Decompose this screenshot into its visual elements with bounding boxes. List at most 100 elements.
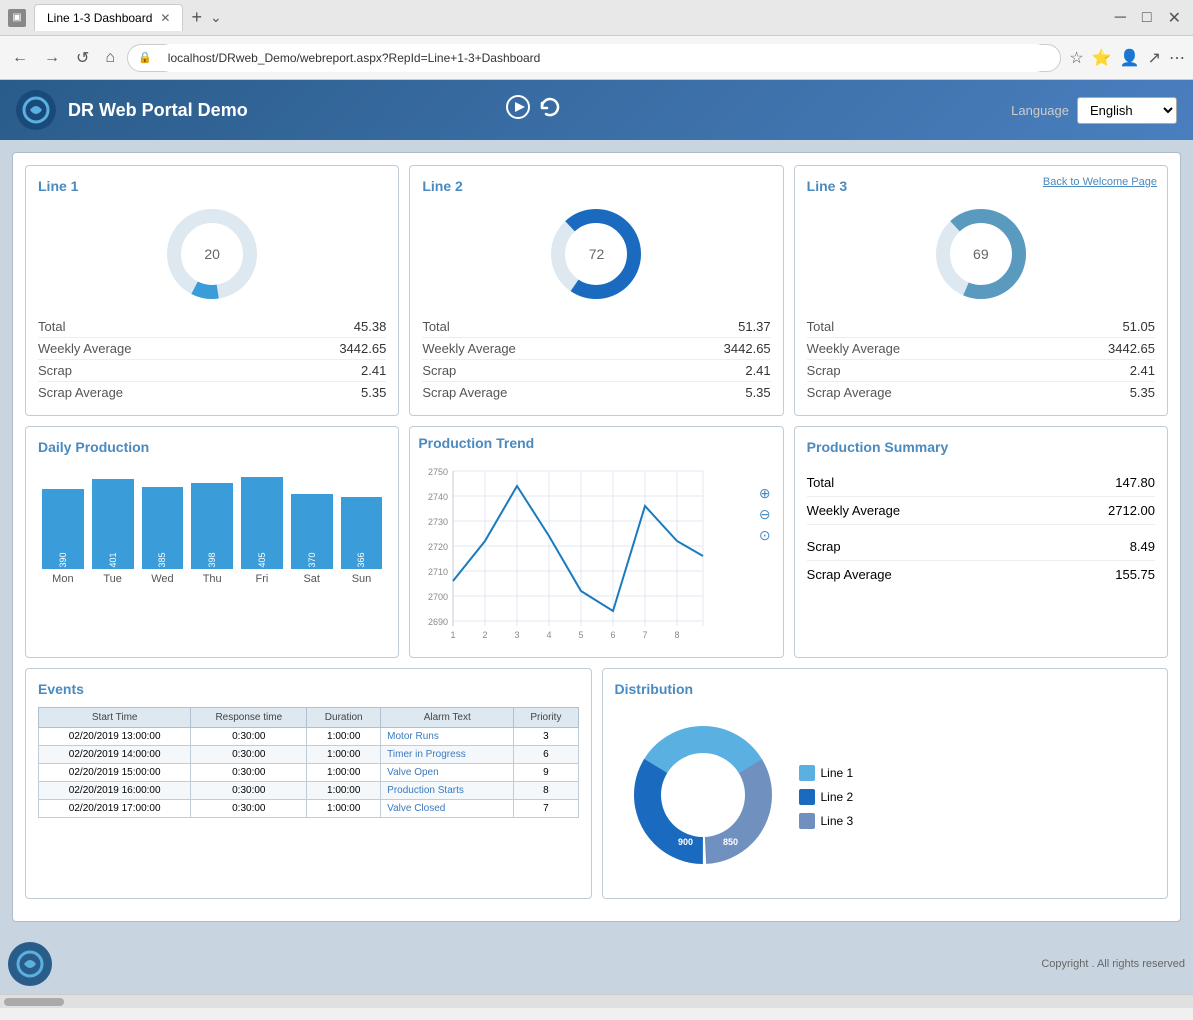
bar-mon: 390 Mon xyxy=(42,489,84,585)
menu-icon[interactable]: ⋯ xyxy=(1169,48,1185,68)
summary-scrapavg-row: Scrap Average 155.75 xyxy=(807,561,1155,588)
daily-production-panel: Daily Production 390 Mon 401 T xyxy=(25,426,399,658)
zoom-icons: ⊕ ⊖ ⊙ xyxy=(759,485,771,544)
bar-wed-bar: 385 xyxy=(142,487,184,569)
svg-text:8: 8 xyxy=(675,630,680,640)
bar-sun: 366 Sun xyxy=(341,497,383,585)
ssl-icon: 🔒 xyxy=(138,51,152,64)
svg-text:2740: 2740 xyxy=(428,492,448,502)
summary-stats: Total 147.80 Weekly Average 2712.00 Scra… xyxy=(807,465,1155,592)
line1-donut-container: 20 xyxy=(38,204,386,304)
tab-close-btn[interactable]: ✕ xyxy=(160,11,170,25)
distribution-panel: Distribution xyxy=(602,668,1169,899)
svg-text:850: 850 xyxy=(723,837,738,847)
minimize-btn[interactable]: ─ xyxy=(1115,9,1126,27)
line3-donut-container: 69 xyxy=(807,204,1155,304)
bot-row: Events Start Time Response time Duration… xyxy=(25,668,1168,899)
line1-gauge-value: 20 xyxy=(204,246,220,262)
legend-line1: Line 1 xyxy=(799,765,854,781)
cell-duration: 1:00:00 xyxy=(307,782,381,800)
legend-line3-color xyxy=(799,813,815,829)
legend-line2-color xyxy=(799,789,815,805)
top-row: Line 1 20 Total 45.38 xyxy=(25,165,1168,416)
zoom-out-icon[interactable]: ⊖ xyxy=(759,506,771,523)
cell-start: 02/20/2019 13:00:00 xyxy=(39,728,191,746)
bar-sat: 370 Sat xyxy=(291,494,333,585)
bar-thu-bar: 398 xyxy=(191,483,233,569)
legend-line2: Line 2 xyxy=(799,789,854,805)
legend-line1-color xyxy=(799,765,815,781)
browser-frame: ▣ Line 1-3 Dashboard ✕ + ⌄ ─ □ ✕ ← → ↺ ⌂… xyxy=(0,0,1193,1020)
zoom-reset-icon[interactable]: ⊙ xyxy=(759,527,771,544)
language-section: Language English xyxy=(1011,97,1177,124)
line3-total-row: Total 51.05 xyxy=(807,316,1155,338)
svg-text:2710: 2710 xyxy=(428,567,448,577)
horizontal-scrollbar[interactable] xyxy=(0,994,1193,1008)
svg-text:6: 6 xyxy=(611,630,616,640)
play-btn[interactable] xyxy=(506,95,530,125)
cell-alarm: Motor Runs xyxy=(381,728,514,746)
tab-title: Line 1-3 Dashboard xyxy=(47,11,152,25)
scrollbar-thumb[interactable] xyxy=(4,998,64,1006)
share-icon[interactable]: ↗ xyxy=(1148,48,1161,68)
svg-text:4: 4 xyxy=(547,630,552,640)
trend-chart-container: 2750 2740 2730 2720 2710 2700 2690 1 2 3… xyxy=(418,461,774,649)
address-bar[interactable] xyxy=(156,44,1051,72)
table-row: 02/20/2019 16:00:00 0:30:00 1:00:00 Prod… xyxy=(39,782,579,800)
line3-panel: Line 3 Back to Welcome Page 69 Total xyxy=(794,165,1168,416)
bar-mon-bar: 390 xyxy=(42,489,84,569)
svg-text:7: 7 xyxy=(643,630,648,640)
distribution-legend: Line 1 Line 2 Line 3 xyxy=(799,765,854,829)
events-table: Start Time Response time Duration Alarm … xyxy=(38,707,579,818)
profile-icon[interactable]: 👤 xyxy=(1120,48,1140,68)
events-panel: Events Start Time Response time Duration… xyxy=(25,668,592,899)
forward-btn[interactable]: → xyxy=(40,45,64,71)
table-row: 02/20/2019 14:00:00 0:30:00 1:00:00 Time… xyxy=(39,746,579,764)
cell-priority: 3 xyxy=(514,728,578,746)
line3-scrapavg-row: Scrap Average 5.35 xyxy=(807,382,1155,403)
summary-scrap-row: Scrap 8.49 xyxy=(807,533,1155,561)
svg-text:3: 3 xyxy=(515,630,520,640)
distribution-donut: 900 850 xyxy=(623,715,783,878)
line3-donut: 69 xyxy=(931,204,1031,304)
bookmark-icon[interactable]: ☆ xyxy=(1069,48,1083,68)
cell-response: 0:30:00 xyxy=(191,782,307,800)
legend-line3-label: Line 3 xyxy=(821,814,854,828)
production-summary-panel: Production Summary Total 147.80 Weekly A… xyxy=(794,426,1168,658)
toolbar-icons: ☆ ⭐ 👤 ↗ ⋯ xyxy=(1069,48,1185,68)
cell-response: 0:30:00 xyxy=(191,764,307,782)
bar-wed: 385 Wed xyxy=(142,487,184,585)
home-btn[interactable]: ⌂ xyxy=(101,45,119,71)
bar-chart: 390 Mon 401 Tue 385 xyxy=(38,465,386,585)
language-select[interactable]: English xyxy=(1077,97,1177,124)
back-to-welcome-link[interactable]: Back to Welcome Page xyxy=(1043,176,1157,188)
cell-start: 02/20/2019 14:00:00 xyxy=(39,746,191,764)
zoom-in-icon[interactable]: ⊕ xyxy=(759,485,771,502)
bar-sun-bar: 366 xyxy=(341,497,383,569)
production-trend-panel: Production Trend xyxy=(409,426,783,658)
bar-thu: 398 Thu xyxy=(191,483,233,585)
line2-donut: 72 xyxy=(546,204,646,304)
new-tab-btn[interactable]: + xyxy=(191,7,202,28)
table-row: 02/20/2019 17:00:00 0:30:00 1:00:00 Valv… xyxy=(39,800,579,818)
summary-total-row: Total 147.80 xyxy=(807,469,1155,497)
col-duration: Duration xyxy=(307,708,381,728)
line1-panel: Line 1 20 Total 45.38 xyxy=(25,165,399,416)
refresh-btn[interactable]: ↺ xyxy=(72,44,93,72)
summary-weekly-row: Weekly Average 2712.00 xyxy=(807,497,1155,525)
line1-title: Line 1 xyxy=(38,178,386,194)
back-btn[interactable]: ← xyxy=(8,45,32,71)
browser-tab[interactable]: Line 1-3 Dashboard ✕ xyxy=(34,4,183,31)
refresh-app-btn[interactable] xyxy=(538,95,562,125)
events-header-row: Start Time Response time Duration Alarm … xyxy=(39,708,579,728)
close-btn[interactable]: ✕ xyxy=(1168,8,1181,28)
line2-title: Line 2 xyxy=(422,178,770,194)
line2-scrapavg-row: Scrap Average 5.35 xyxy=(422,382,770,403)
app-title: DR Web Portal Demo xyxy=(68,100,494,121)
tab-menu-btn[interactable]: ⌄ xyxy=(210,9,222,26)
extensions-icon[interactable]: ⭐ xyxy=(1092,48,1112,68)
cell-priority: 9 xyxy=(514,764,578,782)
legend-line2-label: Line 2 xyxy=(821,790,854,804)
cell-alarm: Timer in Progress xyxy=(381,746,514,764)
maximize-btn[interactable]: □ xyxy=(1142,9,1152,27)
